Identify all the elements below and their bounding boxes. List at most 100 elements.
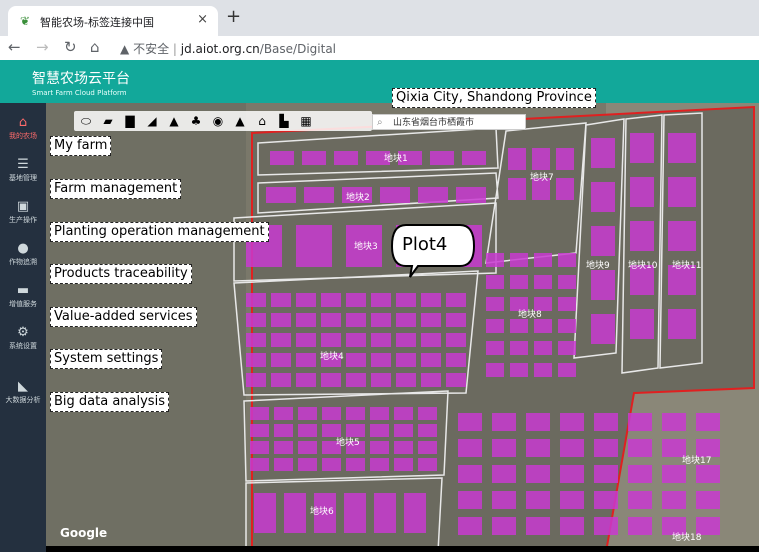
plot-cell[interactable]	[492, 491, 516, 509]
plot-label[interactable]: 地块4	[320, 350, 344, 362]
plot-cell[interactable]	[274, 407, 293, 420]
plot-cell[interactable]	[371, 333, 391, 347]
plot-cell[interactable]	[346, 313, 366, 327]
plot-cell[interactable]	[321, 293, 341, 307]
plot-cell[interactable]	[508, 148, 526, 170]
field-icon[interactable]: ▲	[166, 113, 182, 129]
plot-cell[interactable]	[628, 439, 652, 457]
tree-icon[interactable]: ♣	[188, 113, 204, 129]
plot-cell[interactable]	[396, 373, 416, 387]
plot-cell[interactable]	[296, 313, 316, 327]
plot-cell[interactable]	[418, 187, 448, 203]
plot-cell[interactable]	[346, 293, 366, 307]
plot-cell[interactable]	[526, 413, 550, 431]
greenhouse-icon[interactable]: ⌂	[254, 113, 270, 129]
plot-cell[interactable]	[534, 319, 552, 333]
sidebar-item-production[interactable]: ▣ 生产操作	[0, 195, 46, 235]
close-tab-icon[interactable]: ×	[197, 12, 208, 27]
plot-cell[interactable]	[591, 314, 615, 344]
plot-cell[interactable]	[628, 517, 652, 535]
map-search-input[interactable]: ⌕ 山东省烟台市栖霞市	[372, 114, 526, 130]
plot-cell[interactable]	[508, 178, 526, 200]
plot-cell[interactable]	[446, 353, 466, 367]
plot-cell[interactable]	[446, 313, 466, 327]
plot-cell[interactable]	[486, 341, 504, 355]
plot-cell[interactable]	[271, 333, 291, 347]
plot-cell[interactable]	[346, 373, 366, 387]
plot-cell[interactable]	[534, 275, 552, 289]
plot-cell[interactable]	[510, 275, 528, 289]
plot-cell[interactable]	[250, 424, 269, 437]
plot-cell[interactable]	[560, 465, 584, 483]
plot-cell[interactable]	[446, 373, 466, 387]
plot-cell[interactable]	[556, 178, 574, 200]
landscape-icon[interactable]: ▲	[232, 113, 248, 129]
plot-cell[interactable]	[346, 353, 366, 367]
plot-cell[interactable]	[630, 221, 654, 251]
new-tab-button[interactable]: +	[226, 6, 241, 27]
plot-cell[interactable]	[492, 517, 516, 535]
plot-cell[interactable]	[246, 313, 266, 327]
plot-cell[interactable]	[374, 493, 396, 533]
plot-cell[interactable]	[396, 353, 416, 367]
plot-cell[interactable]	[396, 333, 416, 347]
plot-cell[interactable]	[510, 297, 528, 311]
plot-cell[interactable]	[492, 439, 516, 457]
reload-icon[interactable]: ↻	[64, 38, 77, 56]
plot-cell[interactable]	[526, 439, 550, 457]
plot-cell[interactable]	[298, 458, 317, 471]
plot-cell[interactable]	[668, 221, 696, 251]
plot-cell[interactable]	[246, 333, 266, 347]
home-nav-icon[interactable]: ⌂	[90, 38, 100, 56]
plot-cell[interactable]	[630, 177, 654, 207]
plot-cell[interactable]	[254, 493, 276, 533]
plot-cell[interactable]	[558, 319, 576, 333]
plot-cell[interactable]	[246, 293, 266, 307]
address-bar[interactable]: ▲ 不安全 | jd.aiot.org.cn/Base/Digital	[120, 40, 336, 57]
plot-cell[interactable]	[662, 465, 686, 483]
plot-cell[interactable]	[456, 187, 486, 203]
plot-cell[interactable]	[274, 424, 293, 437]
plot-cell[interactable]	[558, 275, 576, 289]
plot-cell[interactable]	[322, 458, 341, 471]
plot-cell[interactable]	[526, 465, 550, 483]
sidebar-item-traceability[interactable]: ● 作物追溯	[0, 237, 46, 277]
plot-label[interactable]: 地块18	[672, 531, 702, 543]
plot-cell[interactable]	[534, 341, 552, 355]
plot-cell[interactable]	[270, 151, 294, 165]
plot-cell[interactable]	[394, 424, 413, 437]
plot-cell[interactable]	[591, 270, 615, 300]
plot-cell[interactable]	[298, 424, 317, 437]
plot-cell[interactable]	[346, 424, 365, 437]
plot-cell[interactable]	[430, 151, 454, 165]
plot-cell[interactable]	[560, 491, 584, 509]
plot-cell[interactable]	[298, 441, 317, 454]
plot-cell[interactable]	[486, 275, 504, 289]
plot-label[interactable]: 地块6	[310, 505, 334, 517]
plot-cell[interactable]	[458, 413, 482, 431]
plot-cell[interactable]	[526, 517, 550, 535]
plot-cell[interactable]	[458, 439, 482, 457]
plot-cell[interactable]	[296, 373, 316, 387]
plot-cell[interactable]	[394, 407, 413, 420]
map-canvas[interactable]: 地块1 地块2 地块3 地块4 地块5 地块6 地块7 地块8 地块9 地块10…	[46, 103, 759, 552]
plot-cell[interactable]	[380, 187, 410, 203]
plot-cell[interactable]	[304, 187, 334, 203]
plot-cell[interactable]	[418, 424, 437, 437]
plot-cell[interactable]	[594, 491, 618, 509]
plot-cell[interactable]	[668, 133, 696, 163]
plot-cell[interactable]	[418, 407, 437, 420]
plot-cell[interactable]	[628, 491, 652, 509]
plot-cell[interactable]	[446, 293, 466, 307]
plot-cell[interactable]	[271, 353, 291, 367]
plot-cell[interactable]	[346, 333, 366, 347]
plot-cell[interactable]	[558, 297, 576, 311]
plot-cell[interactable]	[458, 517, 482, 535]
satellite-map[interactable]: 地块1 地块2 地块3 地块4 地块5 地块6 地块7 地块8 地块9 地块10…	[46, 103, 759, 552]
plot-label[interactable]: 地块3	[354, 240, 378, 252]
plot-label[interactable]: 地块1	[384, 152, 408, 164]
plot-cell[interactable]	[321, 333, 341, 347]
plot-cell[interactable]	[371, 373, 391, 387]
pond-icon[interactable]: ◉	[210, 113, 226, 129]
plot-cell[interactable]	[404, 493, 426, 533]
